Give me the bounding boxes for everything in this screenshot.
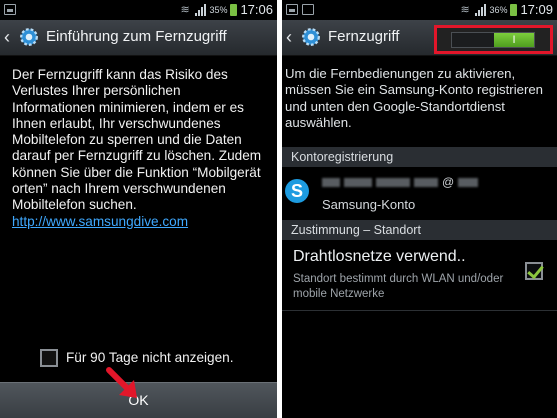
battery-icon xyxy=(230,3,238,16)
back-chevron-icon[interactable]: ‹ xyxy=(4,27,10,47)
notification-icon xyxy=(286,4,298,15)
image-notification-icon xyxy=(302,4,314,15)
body-text: Der Fernzugriff kann das Risiko des Verl… xyxy=(12,67,262,213)
samsungdive-link[interactable]: http://www.samsungdive.com xyxy=(12,214,188,229)
clock: 17:06 xyxy=(240,2,273,17)
dont-show-label: Für 90 Tage nicht anzeigen. xyxy=(66,350,234,365)
at-sign: @ xyxy=(442,175,455,189)
wireless-networks-title[interactable]: Drahtlosnetze verwend.. xyxy=(293,248,466,266)
toggle-highlight-frame: I xyxy=(434,25,553,54)
right-phone-screen: ≋ 36% 17:09 ‹ Fernzugriff I Um die Fernb… xyxy=(282,0,557,418)
divider xyxy=(282,310,557,311)
battery-icon xyxy=(510,3,518,16)
wifi-icon: ≋ xyxy=(180,3,190,16)
settings-gear-icon xyxy=(302,28,320,46)
page-title: Fernzugriff xyxy=(328,28,400,45)
account-email-redacted: @ xyxy=(322,175,479,189)
account-type: Samsung-Konto xyxy=(322,197,416,212)
wifi-icon: ≋ xyxy=(460,3,470,16)
battery-percent: 35% xyxy=(209,4,228,15)
left-phone-screen: ≋ 35% 17:06 ‹ Einführung zum Fernzugriff… xyxy=(0,0,277,418)
intro-text: Um die Fernbedienungen zu aktivieren, mü… xyxy=(285,66,544,130)
clock: 17:09 xyxy=(520,2,553,17)
settings-gear-icon xyxy=(20,28,38,46)
intro-text: Der Fernzugriff kann das Risiko des Verl… xyxy=(0,57,277,230)
status-bar: ≋ 35% 17:06 xyxy=(0,0,277,20)
remote-access-toggle[interactable]: I xyxy=(451,32,535,48)
status-bar: ≋ 36% 17:09 xyxy=(282,0,557,20)
signal-icon xyxy=(195,3,207,16)
dont-show-checkbox[interactable] xyxy=(40,349,58,367)
samsung-account-icon: S xyxy=(285,179,309,203)
back-chevron-icon[interactable]: ‹ xyxy=(286,27,292,47)
notification-icon xyxy=(4,4,16,15)
section-header-account: Kontoregistrierung xyxy=(282,147,557,167)
red-arrow-icon xyxy=(106,367,137,398)
wireless-networks-desc: Standort bestimmt durch WLAN und/oder mo… xyxy=(293,273,504,300)
action-bar: ‹ Einführung zum Fernzugriff xyxy=(0,20,277,56)
toggle-knob: I xyxy=(494,33,534,47)
wireless-networks-checkbox[interactable] xyxy=(525,262,543,280)
samsung-account-row[interactable]: S @ Samsung-Konto xyxy=(282,170,557,218)
page-title: Einführung zum Fernzugriff xyxy=(46,28,227,45)
battery-percent: 36% xyxy=(489,4,508,15)
signal-icon xyxy=(475,3,487,16)
section-header-consent: Zustimmung – Standort xyxy=(282,220,557,240)
